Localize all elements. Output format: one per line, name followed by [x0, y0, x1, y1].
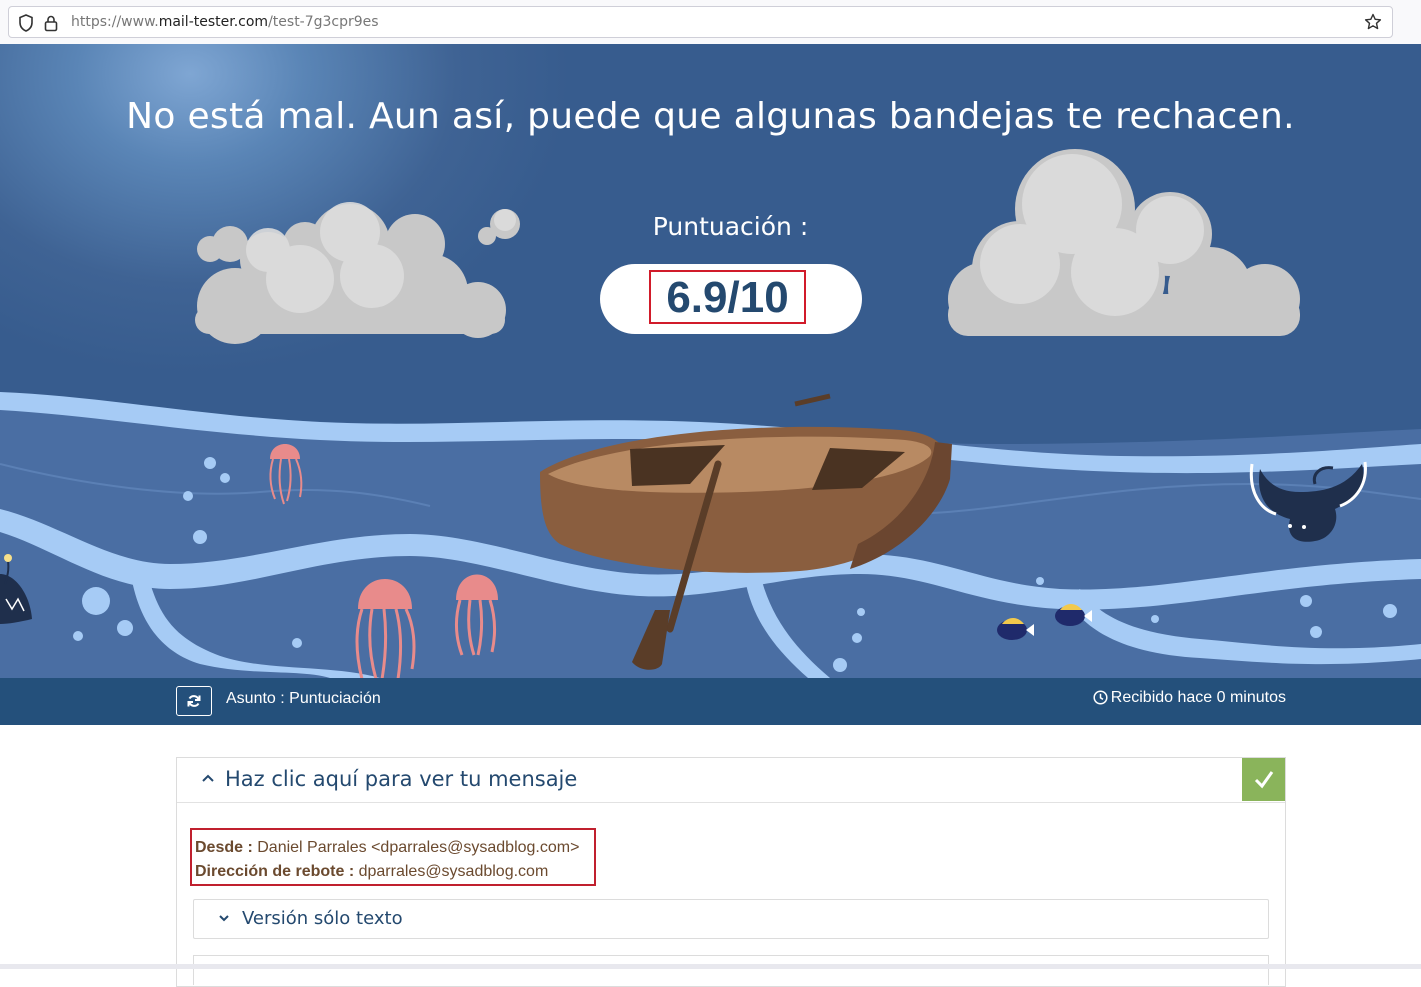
- star-icon[interactable]: [1364, 13, 1382, 35]
- from-line: Desde : Daniel Parrales <dparrales@sysad…: [195, 836, 594, 860]
- sea-illustration: [0, 149, 1421, 678]
- refresh-icon: [187, 695, 201, 707]
- message-info-bar: Asunto : Puntuciación Recibido hace 0 mi…: [0, 678, 1421, 725]
- received-time: Recibido hace 0 minutos: [1093, 689, 1286, 707]
- from-value: Daniel Parrales <dparrales@sysadblog.com…: [257, 839, 580, 856]
- chevron-up-icon: [202, 774, 214, 782]
- lock-icon[interactable]: [44, 14, 58, 36]
- message-subject: Asunto : Puntuciación: [226, 690, 381, 707]
- message-panel: Haz clic aquí para ver tu mensaje Desde …: [176, 757, 1286, 987]
- check-icon: [1254, 771, 1274, 789]
- bottom-edge: [0, 964, 1421, 969]
- bounce-label: Dirección de rebote :: [195, 863, 355, 880]
- score-hero: No está mal. Aun así, puede que algunas …: [0, 44, 1421, 678]
- text-version-title: Versión sólo texto: [242, 908, 403, 929]
- browser-toolbar: https://www.mail-tester.com/test-7g3cpr9…: [0, 0, 1421, 45]
- bounce-line: Dirección de rebote : dparrales@sysadblo…: [195, 860, 594, 884]
- clock-icon: [1093, 690, 1108, 705]
- score-highlight: 6.9/10: [649, 270, 806, 324]
- message-panel-header[interactable]: Haz clic aquí para ver tu mensaje: [177, 758, 1285, 803]
- url-path: /test-7g3cpr9es: [268, 14, 379, 30]
- score-pill: 6.9/10: [600, 264, 862, 334]
- chevron-down-icon: [219, 915, 229, 922]
- status-ok-badge: [1242, 758, 1285, 801]
- score-headline: No está mal. Aun así, puede que algunas …: [126, 96, 1295, 137]
- text-version-panel[interactable]: Versión sólo texto: [193, 899, 1269, 939]
- received-text: Recibido hace 0 minutos: [1110, 689, 1286, 706]
- url-host: mail-tester.com: [158, 14, 269, 30]
- next-panel[interactable]: [193, 955, 1269, 985]
- url-text[interactable]: https://www.mail-tester.com/test-7g3cpr9…: [71, 14, 379, 30]
- url-prefix: https://www.: [71, 14, 159, 30]
- address-bar[interactable]: https://www.mail-tester.com/test-7g3cpr9…: [8, 6, 1393, 38]
- score-value: 6.9/10: [666, 273, 789, 322]
- bounce-value: dparrales@sysadblog.com: [358, 863, 549, 880]
- from-label: Desde :: [195, 839, 253, 856]
- sender-info: Desde : Daniel Parrales <dparrales@sysad…: [190, 828, 596, 886]
- shield-icon[interactable]: [18, 14, 34, 36]
- message-panel-title: Haz clic aquí para ver tu mensaje: [225, 767, 578, 791]
- score-label: Puntuación :: [652, 212, 809, 241]
- refresh-button[interactable]: [176, 686, 212, 716]
